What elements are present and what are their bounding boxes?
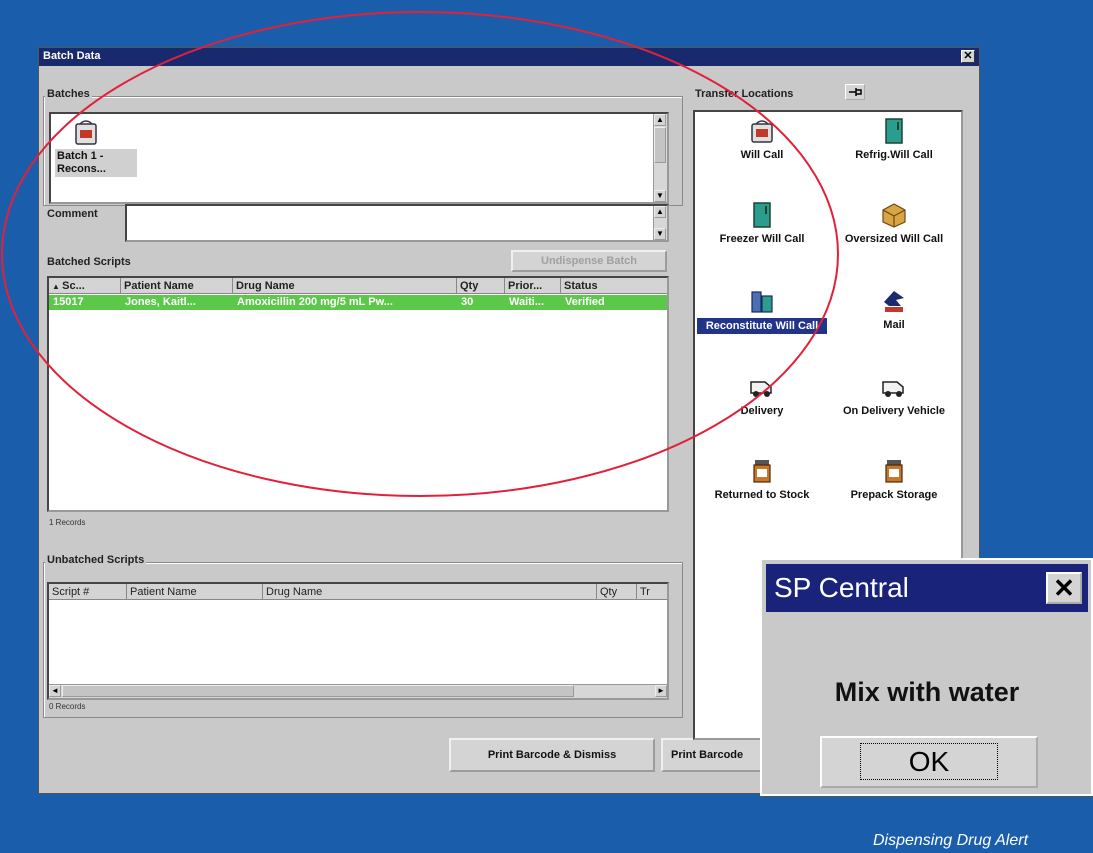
dialog-ok-button[interactable]: OK [820, 736, 1038, 788]
dialog-title: SP Central [774, 572, 909, 603]
dialog-message: Mix with water [834, 677, 1020, 707]
ok-label: OK [859, 743, 999, 780]
alert-dialog: SP Central ✕ Mix with water OK [760, 558, 1093, 796]
dialog-close-button[interactable]: ✕ [1046, 572, 1082, 604]
dialog-title-bar: SP Central ✕ [766, 564, 1088, 612]
caption: Dispensing Drug Alert [872, 832, 1029, 849]
